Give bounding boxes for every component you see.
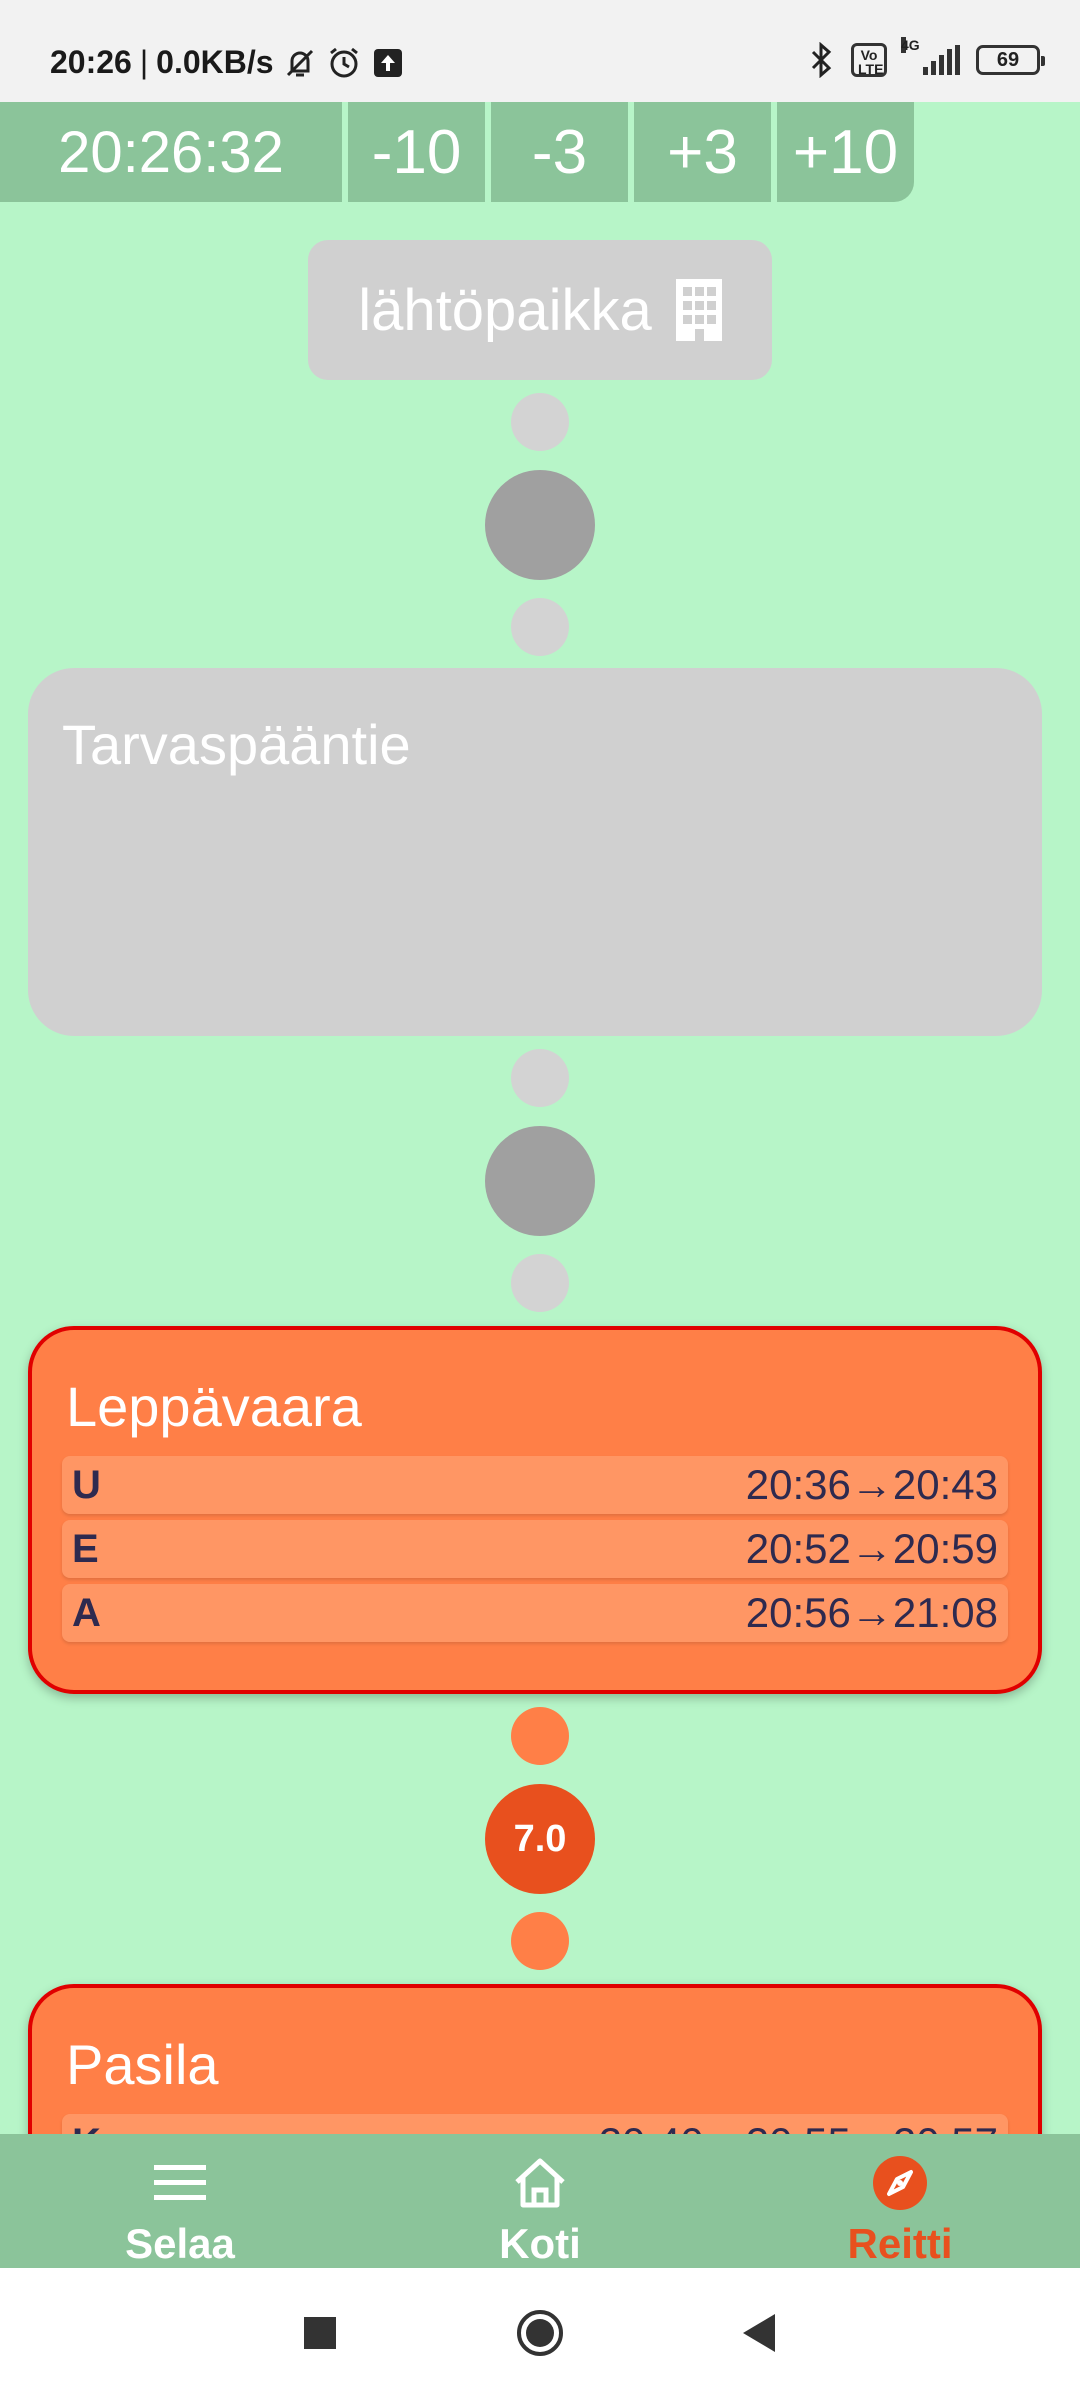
- current-time: 20:26:32: [0, 102, 342, 202]
- departure-times: 20:52→20:59: [745, 1525, 998, 1572]
- time-adjust-bar: 20:26:32 -10 -3 +3 +10: [0, 102, 914, 202]
- stop-card-leppavaara[interactable]: Leppävaara U 20:36→20:43 E 20:52→20:59 A…: [28, 1326, 1042, 1694]
- stop-card-tarvaspaantie[interactable]: Tarvaspääntie: [28, 668, 1042, 1036]
- connector-dot: [511, 1049, 569, 1107]
- battery-icon: 69: [976, 45, 1045, 75]
- mute-bell-icon: [286, 49, 313, 76]
- status-time: 20:26: [50, 44, 132, 80]
- status-left: 20:26 | 0.0KB/s: [50, 44, 406, 81]
- status-right: Vo LTE 4G 69: [809, 37, 1045, 78]
- plus-3-button[interactable]: +3: [634, 102, 771, 202]
- departure-list: U 20:36→20:43 E 20:52→20:59 A 20:56→21:0…: [62, 1456, 1008, 1648]
- nav-selaa[interactable]: Selaa: [0, 2134, 360, 2268]
- departure-row[interactable]: U 20:36→20:43: [62, 1456, 1008, 1514]
- network-speed: 0.0KB/s: [156, 44, 274, 80]
- connector-dot: [511, 1912, 569, 1970]
- ride-duration-badge: 7.0: [485, 1784, 595, 1894]
- nav-koti[interactable]: Koti: [360, 2134, 720, 2268]
- departure-row[interactable]: E 20:52→20:59: [62, 1520, 1008, 1578]
- departure-row[interactable]: A 20:56→21:08: [62, 1584, 1008, 1642]
- segment-indicator: [485, 1126, 595, 1236]
- bottom-navigation: Selaa Koti Reitti: [0, 2134, 1080, 2268]
- signal-icon: 4G: [901, 37, 960, 75]
- stop-name: Tarvaspääntie: [62, 713, 411, 776]
- origin-button[interactable]: lähtöpaikka: [308, 240, 772, 380]
- segment-indicator: [485, 470, 595, 580]
- building-icon: [675, 279, 722, 341]
- departure-times: 20:56→21:08: [745, 1589, 998, 1636]
- plus-10-button[interactable]: +10: [777, 102, 914, 202]
- menu-icon: [150, 2154, 210, 2212]
- minus-10-button[interactable]: -10: [348, 102, 485, 202]
- departure-times: 20:36→20:43: [745, 1461, 998, 1508]
- minus-3-button[interactable]: -3: [491, 102, 628, 202]
- bluetooth-icon: [811, 42, 832, 78]
- upload-icon: [373, 48, 402, 77]
- origin-label: lähtöpaikka: [358, 277, 652, 343]
- stop-name: Leppävaara: [66, 1375, 362, 1438]
- compass-icon: [870, 2154, 930, 2212]
- nav-label: Selaa: [125, 2220, 235, 2267]
- volte-icon: Vo LTE: [851, 43, 887, 77]
- status-bar: 20:26 | 0.0KB/s Vo LTE 4G 69: [0, 0, 1080, 102]
- line-id: U: [72, 1462, 101, 1507]
- recent-apps-button[interactable]: [295, 2308, 345, 2358]
- nav-label: Reitti: [847, 2220, 953, 2267]
- connector-dot: [511, 393, 569, 451]
- nav-label: Koti: [499, 2220, 581, 2267]
- nav-reitti[interactable]: Reitti: [720, 2134, 1080, 2268]
- home-button[interactable]: [515, 2308, 565, 2358]
- back-button[interactable]: [735, 2308, 785, 2358]
- line-id: A: [72, 1590, 101, 1635]
- connector-dot: [511, 1707, 569, 1765]
- alarm-icon: [329, 47, 358, 77]
- stop-name: Pasila: [66, 2033, 219, 2096]
- system-navigation-bar: [0, 2268, 1080, 2400]
- connector-dot: [511, 1254, 569, 1312]
- connector-dot: [511, 598, 569, 656]
- home-icon: [510, 2154, 570, 2212]
- line-id: E: [72, 1526, 99, 1571]
